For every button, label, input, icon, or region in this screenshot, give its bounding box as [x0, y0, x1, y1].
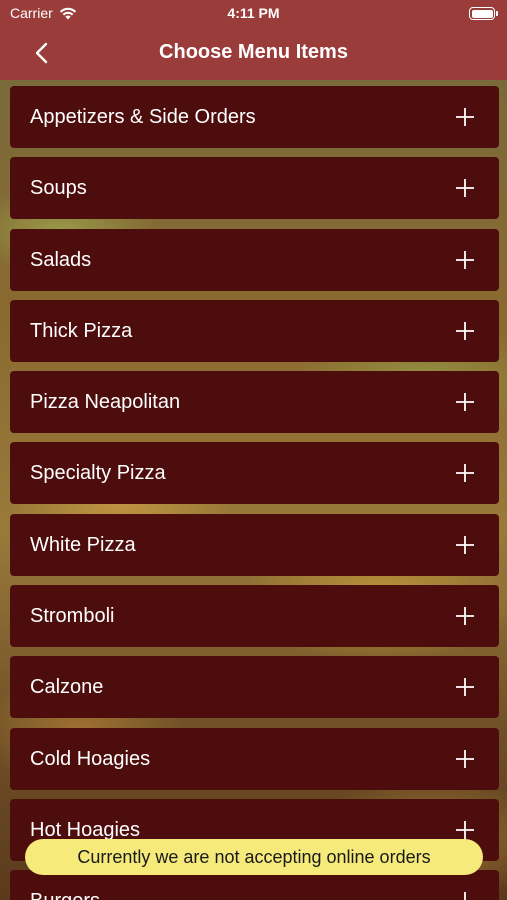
expand-plus-icon[interactable]: [455, 820, 475, 840]
menu-category-label: Thick Pizza: [30, 319, 133, 342]
menu-category-item[interactable]: Cold Hoagies: [10, 727, 499, 790]
menu-category-item[interactable]: Soups: [10, 157, 499, 220]
menu-category-label: Burgers: [30, 890, 100, 900]
menu-category-item[interactable]: Specialty Pizza: [10, 442, 499, 505]
expand-plus-icon[interactable]: [455, 535, 475, 555]
menu-category-label: White Pizza: [30, 533, 136, 556]
menu-category-label: Calzone: [30, 676, 104, 699]
menu-category-label: Pizza Neapolitan: [30, 391, 181, 414]
menu-category-label: Appetizers & Side Orders: [30, 106, 256, 128]
status-bar: Carrier 4:11 PM: [0, 0, 507, 28]
menu-category-item[interactable]: Calzone: [10, 656, 499, 719]
status-time: 4:11 PM: [227, 5, 280, 21]
menu-category-item[interactable]: Pizza Neapolitan: [10, 371, 499, 434]
menu-category-item[interactable]: Appetizers & Side Orders: [10, 86, 499, 148]
menu-category-item[interactable]: Thick Pizza: [10, 299, 499, 362]
menu-category-label: Specialty Pizza: [30, 462, 166, 485]
menu-category-item[interactable]: Salads: [10, 228, 499, 291]
menu-category-label: Salads: [30, 248, 92, 271]
menu-category-label: Cold Hoagies: [30, 747, 151, 770]
expand-plus-icon[interactable]: [455, 392, 475, 412]
expand-plus-icon[interactable]: [455, 107, 475, 127]
battery-icon: [469, 7, 498, 20]
menu-category-item[interactable]: White Pizza: [10, 513, 499, 576]
expand-plus-icon[interactable]: [455, 178, 475, 198]
expand-plus-icon[interactable]: [455, 891, 475, 900]
menu-category-label: Stromboli: [30, 605, 115, 628]
status-toast: Currently we are not accepting online or…: [25, 839, 483, 875]
menu-category-list: Appetizers & Side Orders Soups Salads Th…: [10, 86, 499, 900]
expand-plus-icon[interactable]: [455, 463, 475, 483]
expand-plus-icon[interactable]: [455, 677, 475, 697]
expand-plus-icon[interactable]: [455, 250, 475, 270]
page-title: Choose Menu Items: [159, 41, 348, 63]
navigation-bar: Choose Menu Items: [0, 28, 507, 80]
expand-plus-icon[interactable]: [455, 606, 475, 626]
menu-category-item[interactable]: Stromboli: [10, 585, 499, 648]
expand-plus-icon[interactable]: [455, 749, 475, 769]
expand-plus-icon[interactable]: [455, 321, 475, 341]
menu-category-label: Soups: [30, 177, 87, 200]
